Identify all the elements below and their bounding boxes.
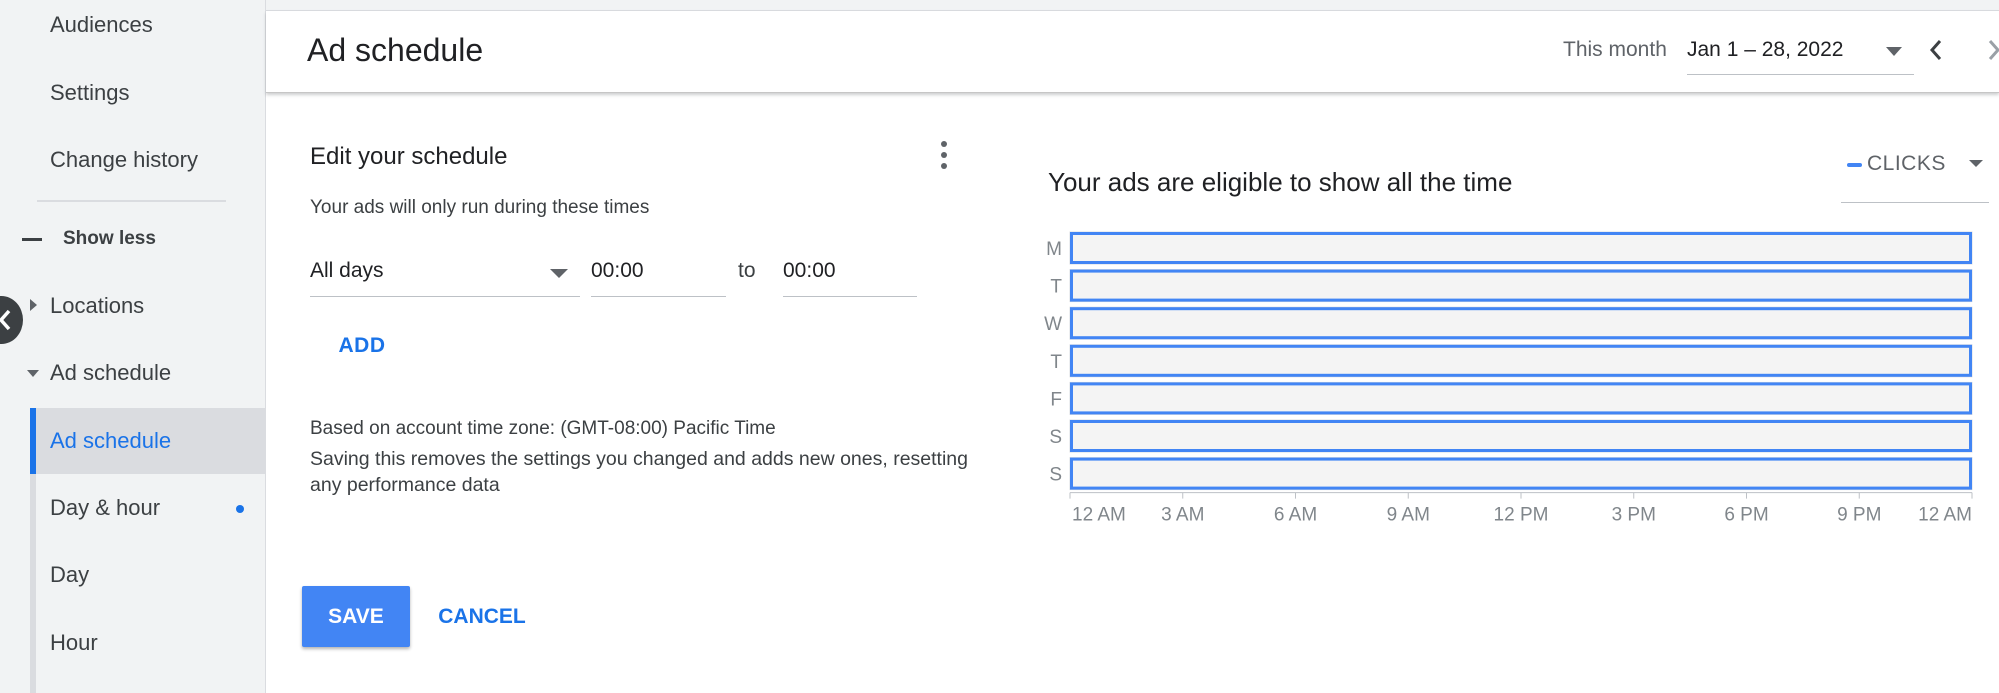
chevron-right-icon[interactable] bbox=[1986, 37, 1999, 63]
sidebar-subitem-day-hour[interactable]: Day & hour bbox=[50, 495, 160, 521]
days-dropdown[interactable]: All days bbox=[310, 253, 580, 297]
series-swatch bbox=[1847, 163, 1862, 167]
heatmap-row-bg bbox=[1069, 306, 1973, 340]
metric-dropdown-label: CLICKS bbox=[1867, 152, 1946, 175]
days-dropdown-value: All days bbox=[310, 259, 384, 282]
x-tick-label: 9 AM bbox=[1387, 505, 1430, 526]
page-title: Ad schedule bbox=[307, 32, 484, 68]
dropdown-arrow-icon bbox=[550, 269, 568, 278]
x-tick-label: 3 AM bbox=[1161, 505, 1204, 526]
sidebar-subitem-label: Ad schedule bbox=[50, 428, 172, 453]
x-tick-label: 6 AM bbox=[1274, 505, 1317, 526]
heatmap-row-bg bbox=[1069, 419, 1973, 453]
show-less-toggle[interactable]: Show less bbox=[63, 228, 156, 250]
sidebar: Audiences Settings Change history Show l… bbox=[0, 0, 266, 693]
sidebar-item-locations[interactable]: Locations bbox=[50, 293, 144, 319]
sidebar-subitem-ad-schedule[interactable]: Ad schedule bbox=[30, 408, 266, 474]
update-dot-icon bbox=[236, 505, 244, 513]
day-label: T bbox=[1050, 352, 1062, 373]
day-label: S bbox=[1049, 427, 1062, 448]
day-label: T bbox=[1050, 277, 1062, 298]
date-range-label: This month bbox=[1563, 38, 1667, 61]
heatmap-row-bg bbox=[1069, 457, 1973, 491]
sidebar-item-change-history[interactable]: Change history bbox=[50, 147, 198, 173]
chart-title: Your ads are eligible to show all the ti… bbox=[1048, 167, 1513, 197]
metric-dropdown[interactable]: CLICKS bbox=[1841, 145, 1989, 203]
sidebar-item-ad-schedule-section[interactable]: Ad schedule bbox=[50, 360, 171, 386]
minus-icon[interactable] bbox=[22, 238, 42, 241]
end-time-field[interactable] bbox=[783, 253, 917, 297]
start-time-field[interactable] bbox=[591, 253, 726, 297]
day-label: W bbox=[1044, 314, 1062, 335]
x-tick-label: 6 PM bbox=[1724, 505, 1768, 526]
x-tick-label: 12 AM bbox=[1918, 505, 1972, 526]
sidebar-item-audiences[interactable]: Audiences bbox=[50, 12, 153, 38]
edit-schedule-title: Edit your schedule bbox=[310, 143, 508, 170]
top-strip bbox=[266, 0, 1999, 11]
schedule-heatmap: MTWTFSS12 AM 3 AM 6 AM 9 AM 12 PM 3 PM 6 PM 9 P… bbox=[1044, 231, 1973, 526]
x-tick-label: 12 PM bbox=[1494, 505, 1549, 526]
reset-warning: Saving this removes the settings you cha… bbox=[310, 448, 968, 496]
more-vert-icon[interactable] bbox=[940, 141, 948, 173]
chevron-left-icon bbox=[0, 309, 11, 331]
sidebar-item-settings[interactable]: Settings bbox=[50, 80, 130, 106]
x-tick-label: 3 PM bbox=[1612, 505, 1656, 526]
save-button[interactable]: SAVE bbox=[302, 586, 410, 647]
heatmap-row-bg bbox=[1069, 381, 1973, 415]
heatmap-row-bg bbox=[1069, 231, 1973, 265]
sidebar-subitem-day[interactable]: Day bbox=[50, 562, 89, 588]
x-tick-label: 12 AM bbox=[1072, 505, 1126, 526]
cancel-button[interactable]: CANCEL bbox=[424, 586, 540, 647]
timezone-note: Based on account time zone: (GMT-08:00) … bbox=[310, 418, 776, 439]
day-label: M bbox=[1046, 239, 1062, 260]
day-label: F bbox=[1050, 389, 1062, 410]
collapse-arrow-icon[interactable] bbox=[27, 370, 39, 377]
date-range-underline bbox=[1687, 74, 1914, 75]
heatmap-row-bg bbox=[1069, 269, 1973, 303]
edit-schedule-subtitle: Your ads will only run during these time… bbox=[310, 197, 650, 218]
x-tick-label: 9 PM bbox=[1837, 505, 1881, 526]
to-label: to bbox=[738, 259, 756, 282]
page-header: Ad schedule This month Jan 1 – 28, 2022 bbox=[266, 11, 1999, 93]
chevron-left-icon[interactable] bbox=[1928, 37, 1944, 63]
expand-arrow-icon[interactable] bbox=[30, 299, 37, 311]
sidebar-subitem-hour[interactable]: Hour bbox=[50, 630, 98, 656]
day-label: S bbox=[1049, 465, 1062, 486]
end-time-input[interactable] bbox=[783, 253, 917, 283]
heatmap-row-bg bbox=[1069, 344, 1973, 378]
dropdown-arrow-icon[interactable] bbox=[1886, 47, 1902, 56]
sidebar-divider bbox=[37, 200, 226, 202]
date-range-picker[interactable]: Jan 1 – 28, 2022 bbox=[1687, 38, 1843, 62]
dropdown-arrow-icon bbox=[1969, 160, 1983, 167]
add-button[interactable]: ADD bbox=[317, 322, 407, 370]
collapse-sidebar-button[interactable] bbox=[0, 296, 23, 344]
start-time-input[interactable] bbox=[591, 253, 726, 283]
